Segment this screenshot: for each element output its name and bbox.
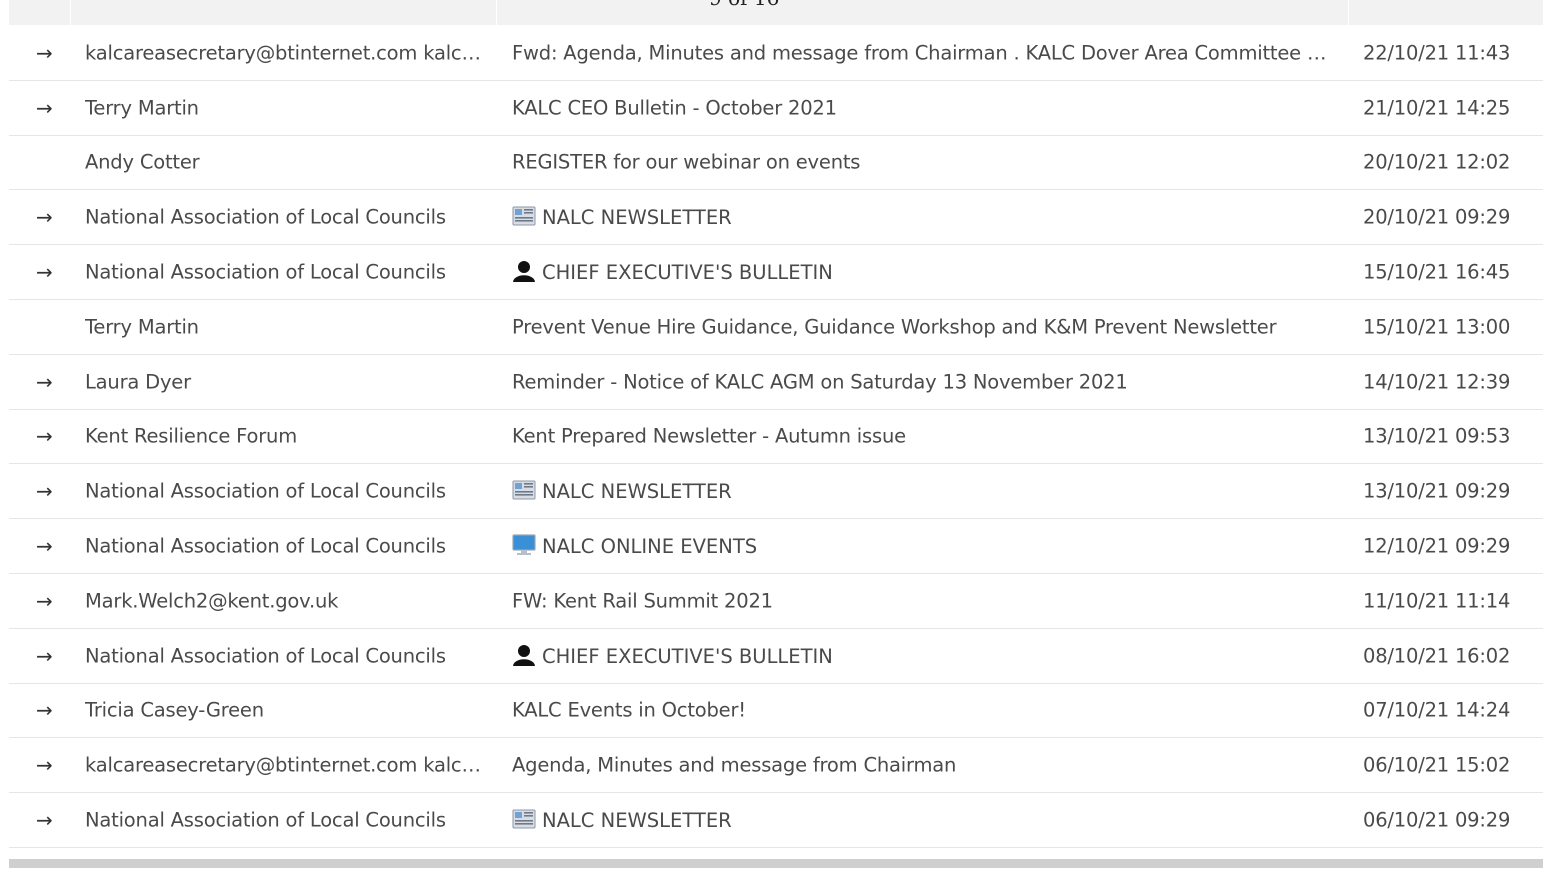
message-subject: CHIEF EXECUTIVE'S BULLETIN [512,260,1337,284]
message-date: 21/10/21 14:25 [1363,96,1511,120]
message-date: 07/10/21 14:24 [1363,698,1511,722]
column-header-bar: 9 of 16 [9,0,1543,25]
message-sender: kalcareasecretary@btinternet.com kalcare… [85,41,485,65]
message-date: 15/10/21 13:00 [1363,315,1511,339]
forwarded-arrow-icon: → [36,260,53,285]
message-rows: → kalcareasecretary@btinternet.com kalca… [9,26,1543,848]
message-subject: Reminder - Notice of KALC AGM on Saturda… [512,370,1128,394]
pagination-text: 9 of 16 [709,0,779,10]
message-row[interactable]: → Terry Martin KALC CEO Bulletin - Octob… [9,81,1543,136]
forwarded-arrow-icon: → [36,205,53,230]
message-date: 15/10/21 16:45 [1363,260,1511,284]
message-list-view: 9 of 16 → kalcareasecretary@btinternet.c… [9,0,1543,877]
message-subject: KALC CEO Bulletin - October 2021 [512,96,837,120]
message-sender: Terry Martin [85,315,199,339]
forwarded-arrow-icon: → [36,369,53,394]
message-row[interactable]: → National Association of Local Councils… [9,793,1543,848]
message-sender: National Association of Local Councils [85,808,446,832]
column-divider[interactable] [70,0,71,25]
message-sender: Terry Martin [85,96,199,120]
message-sender: Laura Dyer [85,370,191,394]
message-subject: NALC NEWSLETTER [512,479,1337,503]
forwarded-arrow-icon: → [36,424,53,449]
message-subject: NALC ONLINE EVENTS [512,534,1337,558]
computer-monitor-icon [512,534,536,556]
message-date: 11/10/21 11:14 [1363,589,1511,613]
message-sender: National Association of Local Councils [85,479,446,503]
forwarded-arrow-icon: → [36,534,53,559]
forwarded-arrow-icon: → [36,753,53,778]
message-subject-text: NALC NEWSLETTER [542,809,732,833]
horizontal-scrollbar[interactable] [9,859,1543,868]
forwarded-arrow-icon: → [36,479,53,504]
message-subject: Fwd: Agenda, Minutes and message from Ch… [512,41,1337,65]
message-date: 20/10/21 09:29 [1363,205,1511,229]
message-subject-text: NALC NEWSLETTER [542,206,732,230]
message-subject: CHIEF EXECUTIVE'S BULLETIN [512,644,1337,668]
message-subject-text: CHIEF EXECUTIVE'S BULLETIN [542,261,833,285]
message-subject: FW: Kent Rail Summit 2021 [512,589,773,613]
message-subject: NALC NEWSLETTER [512,205,1337,229]
forwarded-arrow-icon: → [36,698,53,723]
message-sender: National Association of Local Councils [85,260,446,284]
message-subject-text: NALC NEWSLETTER [542,480,732,504]
person-silhouette-icon [512,644,536,666]
message-row[interactable]: Terry Martin Prevent Venue Hire Guidance… [9,300,1543,355]
message-date: 13/10/21 09:53 [1363,424,1511,448]
message-sender: Andy Cotter [85,150,200,174]
forwarded-arrow-icon: → [36,40,53,65]
message-sender: National Association of Local Councils [85,205,446,229]
newspaper-icon [512,808,536,830]
column-divider[interactable] [1348,0,1349,25]
message-row[interactable]: Andy Cotter REGISTER for our webinar on … [9,136,1543,191]
message-subject-text: CHIEF EXECUTIVE'S BULLETIN [542,644,833,668]
forwarded-arrow-icon: → [36,643,53,668]
message-subject: REGISTER for our webinar on events [512,150,861,174]
message-sender: Mark.Welch2@kent.gov.uk [85,589,339,613]
message-subject: KALC Events in October! [512,698,746,722]
message-date: 14/10/21 12:39 [1363,370,1511,394]
message-row[interactable]: → kalcareasecretary@btinternet.com kalca… [9,26,1543,81]
message-sender: Tricia Casey-Green [85,698,264,722]
message-row[interactable]: → kalcareasecretary@btinternet.com kalca… [9,738,1543,794]
message-row[interactable]: → Laura Dyer Reminder - Notice of KALC A… [9,355,1543,410]
message-sender: National Association of Local Councils [85,644,446,668]
message-date: 08/10/21 16:02 [1363,644,1511,668]
message-row[interactable]: → Mark.Welch2@kent.gov.uk FW: Kent Rail … [9,574,1543,629]
message-date: 12/10/21 09:29 [1363,534,1511,558]
message-row[interactable]: → National Association of Local Councils… [9,245,1543,300]
message-row[interactable]: → Kent Resilience Forum Kent Prepared Ne… [9,410,1543,465]
message-subject: Kent Prepared Newsletter - Autumn issue [512,424,906,448]
message-row[interactable]: → Tricia Casey-Green KALC Events in Octo… [9,684,1543,739]
forwarded-arrow-icon: → [36,588,53,613]
newspaper-icon [512,205,536,227]
message-subject: Agenda, Minutes and message from Chairma… [512,753,957,777]
column-divider[interactable] [496,0,497,25]
message-subject: NALC NEWSLETTER [512,808,1337,832]
newspaper-icon [512,479,536,501]
forwarded-arrow-icon: → [36,808,53,833]
message-subject-text: NALC ONLINE EVENTS [542,535,758,559]
message-date: 22/10/21 11:43 [1363,41,1511,65]
message-sender: National Association of Local Councils [85,534,446,558]
message-date: 06/10/21 15:02 [1363,753,1511,777]
forwarded-arrow-icon: → [36,95,53,120]
message-sender: kalcareasecretary@btinternet.com kalcare… [85,753,485,777]
message-row[interactable]: → National Association of Local Councils… [9,190,1543,246]
message-row[interactable]: → National Association of Local Councils… [9,464,1543,520]
message-subject: Prevent Venue Hire Guidance, Guidance Wo… [512,315,1277,339]
message-date: 20/10/21 12:02 [1363,150,1511,174]
message-sender: Kent Resilience Forum [85,424,297,448]
message-row[interactable]: → National Association of Local Councils… [9,519,1543,574]
message-date: 06/10/21 09:29 [1363,808,1511,832]
message-date: 13/10/21 09:29 [1363,479,1511,503]
message-row[interactable]: → National Association of Local Councils… [9,629,1543,684]
person-silhouette-icon [512,260,536,283]
